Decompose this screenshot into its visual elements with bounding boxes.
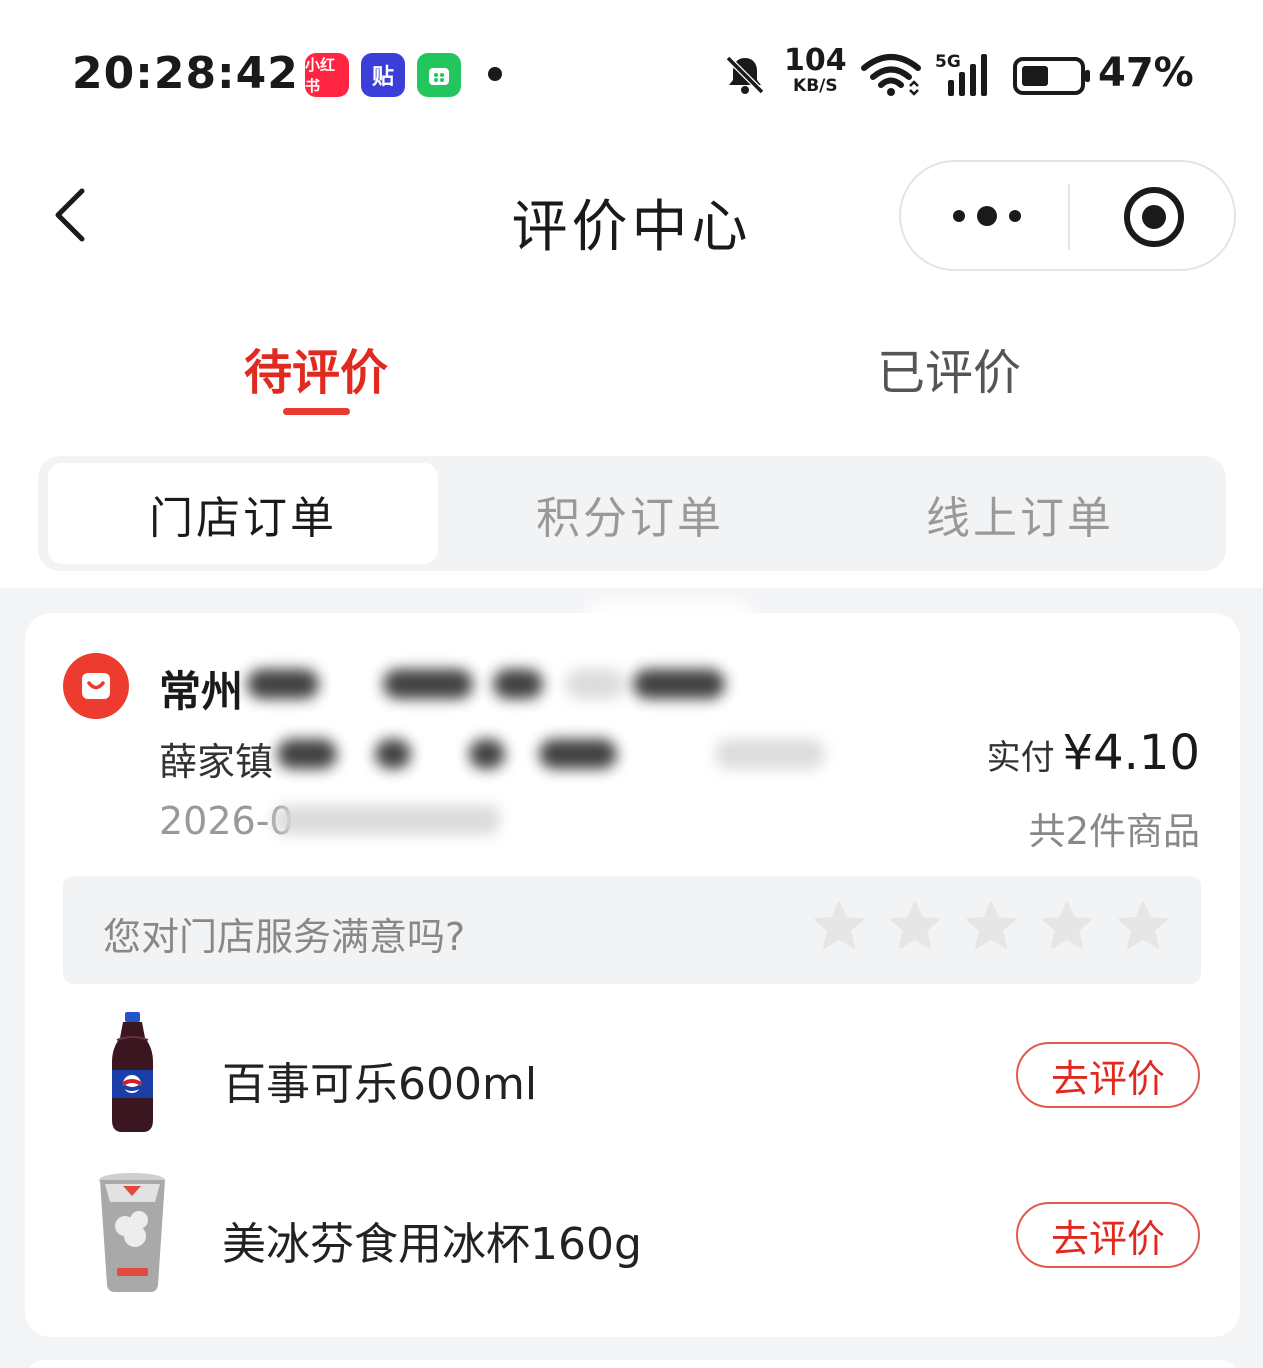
- signal-label: 5G: [935, 52, 961, 72]
- paid-amount: ¥4.10: [1062, 725, 1200, 781]
- star-icon[interactable]: [813, 900, 865, 952]
- battery-percent: 47%: [1098, 50, 1194, 96]
- review-button[interactable]: 去评价: [1016, 1202, 1200, 1268]
- status-time: 20:28:42: [72, 48, 299, 99]
- redaction-mark: [469, 739, 505, 769]
- redaction-mark: [715, 739, 825, 769]
- network-speed-value: 104: [784, 43, 847, 78]
- redaction-mark: [383, 669, 473, 699]
- more-dots-icon[interactable]: [949, 198, 1025, 234]
- redaction-mark: [505, 798, 675, 868]
- cellular-signal-icon: 5G: [935, 52, 987, 96]
- paid-label: 实付: [986, 738, 1055, 778]
- active-tab-indicator: [283, 408, 350, 415]
- wifi-icon: [861, 54, 921, 96]
- battery-icon: [1013, 57, 1090, 95]
- notification-dot-icon: [488, 67, 502, 81]
- product-name: 美冰芬食用冰杯160g: [222, 1219, 642, 1270]
- rating-stars: [813, 900, 1169, 952]
- store-name: 常州: [159, 667, 244, 716]
- network-speed-unit: KB/S: [793, 76, 838, 96]
- close-miniprogram-icon[interactable]: [1121, 184, 1187, 250]
- miniprogram-capsule: [899, 160, 1236, 271]
- rating-question: 您对门店服务满意吗?: [103, 915, 466, 959]
- redaction-mark: [585, 599, 755, 639]
- network-speed: 104 KB/S: [784, 46, 847, 95]
- review-button[interactable]: 去评价: [1016, 1042, 1200, 1108]
- product-name: 百事可乐600ml: [222, 1059, 538, 1110]
- redaction-mark: [539, 739, 617, 769]
- redaction-mark: [247, 669, 319, 699]
- star-icon[interactable]: [965, 900, 1017, 952]
- star-icon[interactable]: [889, 900, 941, 952]
- redaction-mark: [633, 669, 725, 699]
- segment-online-orders[interactable]: 线上订单: [825, 463, 1215, 564]
- star-icon[interactable]: [1117, 900, 1169, 952]
- order-type-segment: 门店订单 积分订单 线上订单: [38, 456, 1226, 571]
- segment-points-orders[interactable]: 积分订单: [435, 463, 825, 564]
- ice-cup-image: [99, 1173, 165, 1292]
- store-address: 薛家镇: [159, 740, 274, 784]
- redaction-mark: [565, 669, 625, 699]
- star-icon[interactable]: [1041, 900, 1093, 952]
- segment-store-orders[interactable]: 门店订单: [48, 463, 438, 564]
- redaction-mark: [277, 739, 337, 769]
- product-row: 美冰芬食用冰杯160g 去评价: [25, 1170, 1240, 1300]
- next-order-card[interactable]: [25, 1360, 1240, 1368]
- store-rating-box: 您对门店服务满意吗?: [63, 876, 1201, 984]
- product-row: 百事可乐600ml 去评价: [25, 1010, 1240, 1140]
- status-bar: 20:28:42 小红书 贴 104 KB/S 5G 47%: [0, 0, 1263, 150]
- green-app-icon: [417, 53, 461, 97]
- tab-reviewed[interactable]: 已评价: [877, 333, 1021, 403]
- bell-muted-icon: [725, 55, 765, 95]
- redaction-mark: [493, 669, 543, 699]
- order-card[interactable]: 常州 薛家镇 2026-0 实付¥4.10 共2件商品 您对门店服务满意吗?: [25, 599, 1240, 1337]
- tab-pending-review[interactable]: 待评价: [244, 333, 388, 403]
- redaction-mark: [273, 805, 503, 835]
- redaction-mark: [375, 739, 411, 769]
- item-count: 共2件商品: [1028, 810, 1200, 853]
- pepsi-bottle-image: [112, 1012, 153, 1132]
- store-bag-icon: [63, 653, 129, 719]
- tieba-icon: 贴: [361, 53, 405, 97]
- xiaohongshu-icon: 小红书: [305, 53, 349, 97]
- paid-summary: 实付 ¥4.10: [987, 725, 1200, 781]
- capsule-divider: [1068, 184, 1070, 250]
